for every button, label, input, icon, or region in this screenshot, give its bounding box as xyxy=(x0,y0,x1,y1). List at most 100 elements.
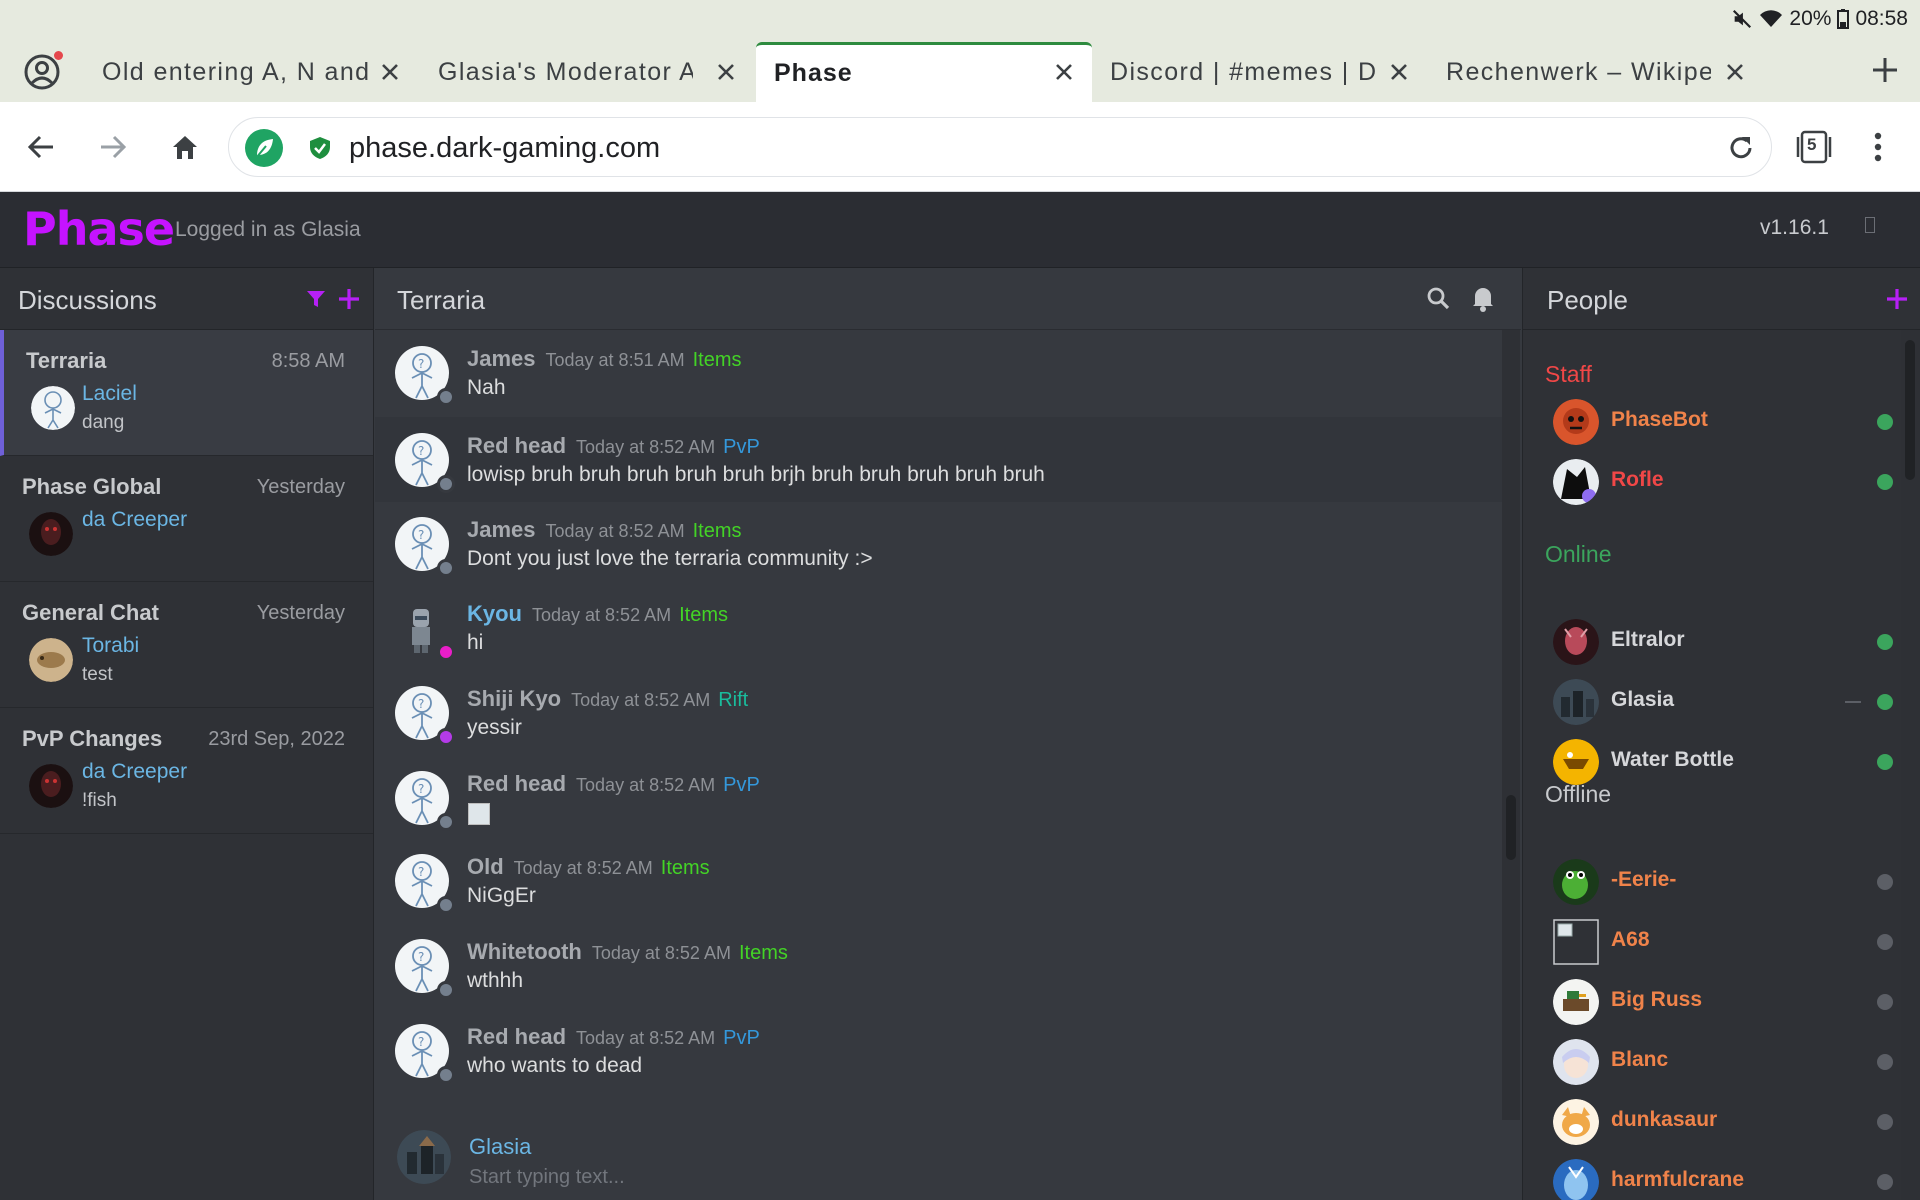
message-username[interactable]: Red head xyxy=(467,1024,566,1049)
status-indicator xyxy=(437,643,455,661)
message-header: Red head Today at 8:52 AM PvP xyxy=(467,1024,760,1050)
secure-shield-icon[interactable] xyxy=(307,135,333,161)
add-person-plus-icon[interactable] xyxy=(1885,287,1909,311)
scrollbar-thumb[interactable] xyxy=(1506,795,1516,860)
person-name: -Eerie- xyxy=(1611,868,1677,891)
message-row[interactable]: Kyou Today at 8:52 AM Items hi xyxy=(375,585,1502,670)
avatar xyxy=(29,764,73,808)
person-item[interactable]: -Eerie- xyxy=(1523,852,1901,912)
message-username[interactable]: Red head xyxy=(467,433,566,458)
message-row[interactable]: ? James Today at 8:52 AM Items Dont you just… xyxy=(375,501,1502,586)
message-username[interactable]: Whitetooth xyxy=(467,939,582,964)
close-tab-icon[interactable] xyxy=(1722,59,1748,85)
person-name: Big Russ xyxy=(1611,988,1703,1011)
person-item[interactable]: harmfulcrane xyxy=(1523,1152,1901,1200)
message-timestamp: Today at 8:52 AM xyxy=(591,943,731,963)
self-marker xyxy=(1845,701,1861,703)
message-channel-tag: Items xyxy=(679,604,728,626)
message-username[interactable]: Kyou xyxy=(467,601,522,626)
message-username[interactable]: Shiji Kyo xyxy=(467,686,561,711)
discussion-name: Phase Global xyxy=(22,474,162,499)
tab-item[interactable]: Rechenwerk – Wikipe xyxy=(1428,42,1758,102)
phase-logo[interactable]: Phase xyxy=(23,202,175,256)
person-item[interactable]: PhaseBot xyxy=(1523,392,1901,452)
status-dot xyxy=(1877,1174,1893,1190)
tab-item[interactable]: Glasia's Moderator A xyxy=(418,42,748,102)
close-tab-icon[interactable] xyxy=(713,59,739,85)
discussion-name: PvP Changes xyxy=(22,726,163,751)
discussion-item-general-chat[interactable]: General Chat Yesterday Torabi test xyxy=(0,582,373,708)
tab-item[interactable]: Discord | #memes | D xyxy=(1092,42,1422,102)
group-label-online: Online xyxy=(1545,541,1612,567)
person-item[interactable]: Big Russ xyxy=(1523,972,1901,1032)
back-arrow-icon[interactable] xyxy=(26,132,56,162)
reload-icon[interactable] xyxy=(1725,132,1757,164)
leaf-icon[interactable] xyxy=(245,129,283,167)
message-header: James Today at 8:52 AM Items xyxy=(467,517,742,543)
add-discussion-plus-icon[interactable] xyxy=(337,287,361,311)
message-row[interactable]: ? Whitetooth Today at 8:52 AM Items wthhh xyxy=(375,923,1502,1008)
message-username[interactable]: Old xyxy=(467,854,504,879)
message-timestamp: Today at 8:52 AM xyxy=(576,775,716,795)
group-label-staff: Staff xyxy=(1545,361,1592,387)
message-header: Shiji Kyo Today at 8:52 AM Rift xyxy=(467,686,748,712)
person-name: Eltralor xyxy=(1611,628,1685,651)
tab-item-active[interactable]: Phase xyxy=(756,42,1092,102)
svg-text:?: ? xyxy=(418,782,424,796)
placeholder-glyph-icon[interactable] xyxy=(1865,217,1875,233)
battery-percent: 20% xyxy=(1789,7,1832,30)
broken-image-icon[interactable] xyxy=(468,803,490,825)
url-text[interactable]: phase.dark-gaming.com xyxy=(349,132,660,165)
discussion-time: Yesterday xyxy=(256,476,345,498)
new-tab-plus-icon[interactable] xyxy=(1870,55,1900,85)
message-username[interactable]: Red head xyxy=(467,771,566,796)
avatar xyxy=(1553,619,1599,665)
app-header: Phase Logged in as Glasia v1.16.1 xyxy=(0,192,1920,268)
tab-title: Phase xyxy=(774,59,853,87)
forward-arrow-icon[interactable] xyxy=(98,132,128,162)
home-icon[interactable] xyxy=(170,132,200,162)
person-item[interactable]: Rofle xyxy=(1523,452,1901,512)
discussion-last-user: Laciel xyxy=(82,382,137,405)
more-menu-icon[interactable] xyxy=(1866,130,1890,164)
svg-text:?: ? xyxy=(418,444,424,458)
message-row[interactable]: ? Red head Today at 8:52 AM PvP lowisp bruh … xyxy=(375,417,1502,502)
scrollbar-thumb[interactable] xyxy=(1905,340,1915,480)
tab-title: Glasia's Moderator A xyxy=(438,57,693,86)
person-item[interactable]: Glasia xyxy=(1523,672,1901,732)
close-tab-icon[interactable] xyxy=(1051,59,1077,85)
chat-scrollbar[interactable] xyxy=(1502,330,1520,1120)
discussion-item-phase-global[interactable]: Phase Global Yesterday da Creeper xyxy=(0,456,373,582)
bell-icon[interactable] xyxy=(1470,284,1496,312)
person-item[interactable]: Water Bottle xyxy=(1523,732,1901,792)
discussion-last-message: !fish xyxy=(82,790,117,811)
message-username[interactable]: James xyxy=(467,346,536,371)
person-item[interactable]: A68 xyxy=(1523,912,1901,972)
status-indicator xyxy=(437,981,455,999)
message-username[interactable]: James xyxy=(467,517,536,542)
message-row[interactable]: ? Shiji Kyo Today at 8:52 AM Rift yessir xyxy=(375,670,1502,755)
message-row[interactable]: ? James Today at 8:51 AM Items Nah xyxy=(375,330,1502,415)
close-tab-icon[interactable] xyxy=(377,59,403,85)
message-input[interactable]: Start typing text... xyxy=(469,1166,625,1189)
discussion-item-terraria[interactable]: Terraria 8:58 AM Laciel dang xyxy=(0,330,373,456)
message-row[interactable]: ? Red head Today at 8:52 AM PvP xyxy=(375,755,1502,840)
discussion-last-user: da Creeper xyxy=(82,508,188,531)
person-item[interactable]: dunkasaur xyxy=(1523,1092,1901,1152)
discussion-item-pvp-changes[interactable]: PvP Changes 23rd Sep, 2022 da Creeper !f… xyxy=(0,708,373,834)
message-row[interactable]: ? Old Today at 8:52 AM Items NiGgEr xyxy=(375,838,1502,923)
tab-switcher-button[interactable]: 5 xyxy=(1796,130,1832,164)
close-tab-icon[interactable] xyxy=(1386,59,1412,85)
people-title: People xyxy=(1547,285,1628,315)
message-channel-tag: PvP xyxy=(723,774,760,796)
person-item[interactable]: Eltralor xyxy=(1523,612,1901,672)
avatar xyxy=(1553,1099,1599,1145)
filter-icon[interactable] xyxy=(304,287,328,311)
person-item[interactable]: Blanc xyxy=(1523,1032,1901,1092)
people-scrollbar[interactable] xyxy=(1901,330,1920,1200)
tab-item[interactable]: Old entering A, N and xyxy=(82,42,412,102)
address-bar[interactable]: phase.dark-gaming.com xyxy=(228,117,1772,177)
message-composer[interactable]: Glasia Start typing text... xyxy=(375,1118,1502,1200)
message-row[interactable]: ? Red head Today at 8:52 AM PvP who wants to… xyxy=(375,1008,1502,1093)
search-icon[interactable] xyxy=(1425,285,1451,311)
